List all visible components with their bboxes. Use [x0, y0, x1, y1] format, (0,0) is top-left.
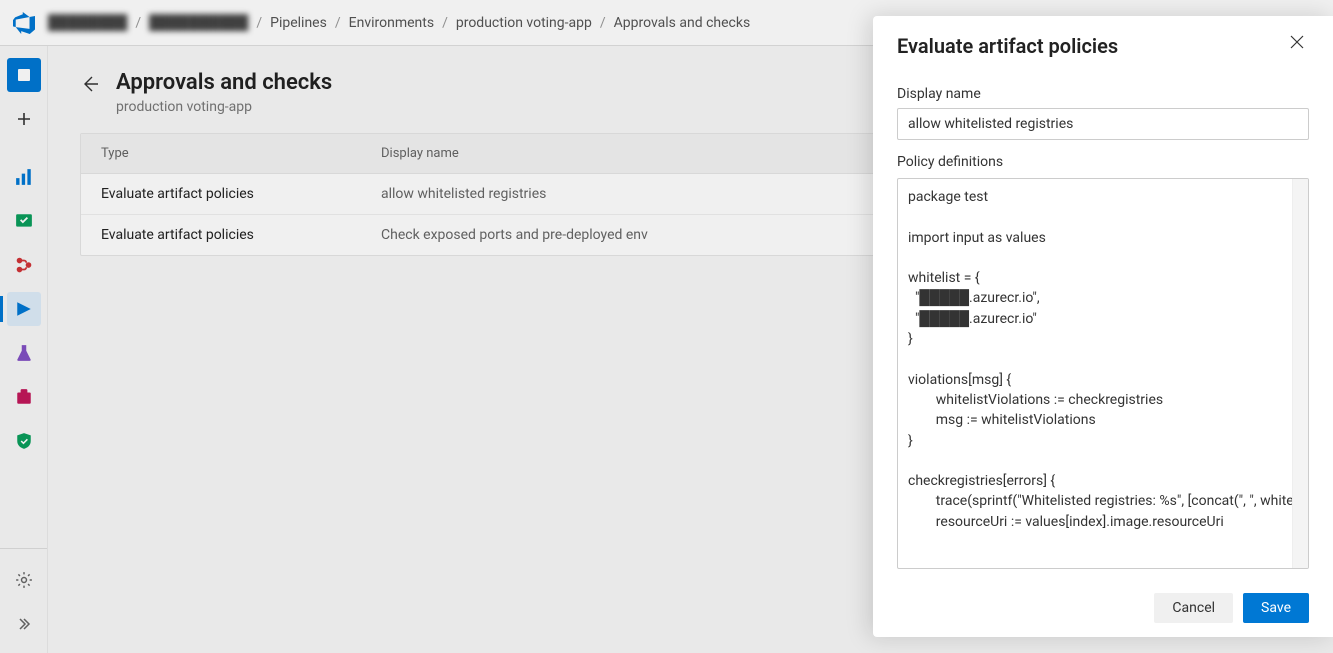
- cancel-button[interactable]: Cancel: [1154, 593, 1233, 623]
- display-name-label: Display name: [897, 86, 1309, 102]
- panel-footer: Cancel Save: [873, 579, 1333, 637]
- panel-title: Evaluate artifact policies: [897, 34, 1118, 58]
- panel-header: Evaluate artifact policies: [873, 16, 1333, 66]
- panel-body: Display name Policy definitions package …: [873, 66, 1333, 579]
- policy-definitions-label: Policy definitions: [897, 154, 1309, 170]
- policy-definitions-textarea[interactable]: package test import input as values whit…: [898, 179, 1292, 568]
- save-button[interactable]: Save: [1243, 593, 1309, 623]
- display-name-input[interactable]: [897, 108, 1309, 140]
- evaluate-artifact-policies-panel: Evaluate artifact policies Display name …: [873, 16, 1333, 637]
- close-icon[interactable]: [1289, 34, 1309, 54]
- policy-textarea-wrapper: package test import input as values whit…: [897, 178, 1309, 569]
- scrollbar[interactable]: [1292, 179, 1308, 568]
